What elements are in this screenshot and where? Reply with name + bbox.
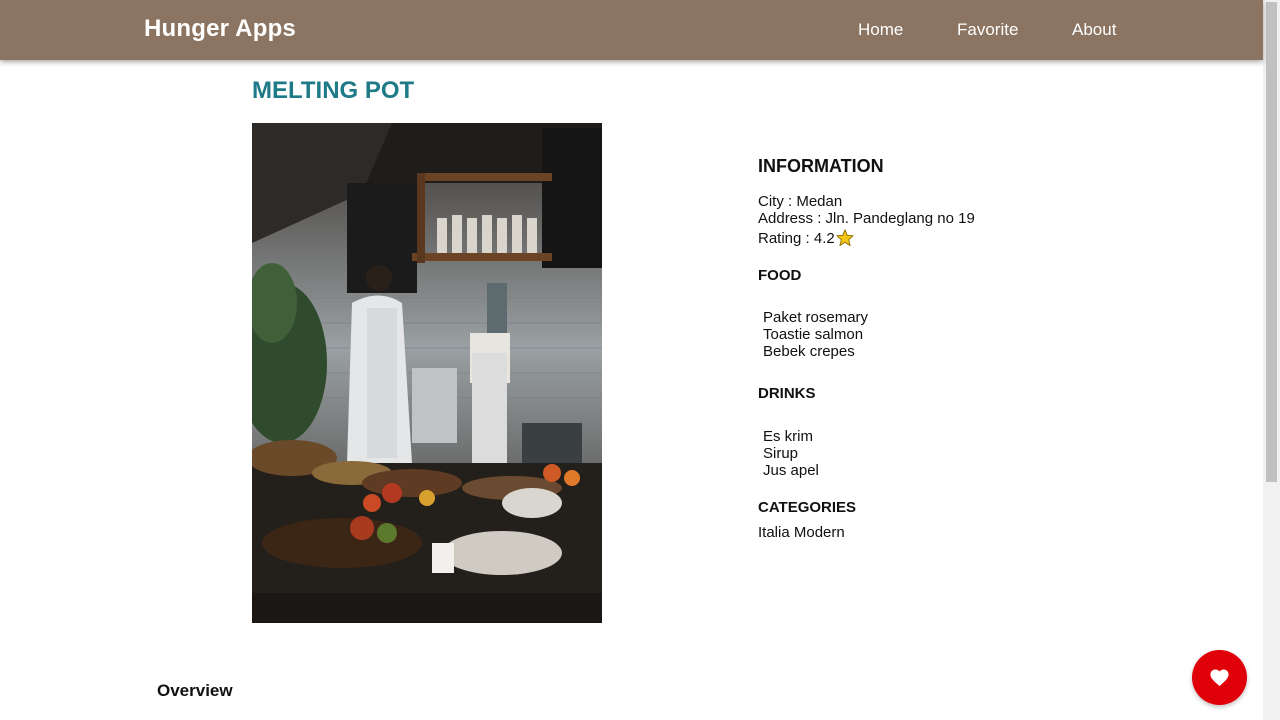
app-title: Hunger Apps bbox=[144, 15, 296, 42]
city-text: City : Medan bbox=[758, 193, 843, 210]
rating-row: Rating : 4.2 bbox=[758, 229, 1158, 247]
nav-favorite-link[interactable]: Favorite bbox=[957, 20, 1018, 40]
restaurant-photo bbox=[252, 123, 602, 623]
nav-about-link[interactable]: About bbox=[1072, 20, 1116, 40]
restaurant-name: MELTING POT bbox=[252, 77, 415, 104]
list-item: Es krim bbox=[763, 428, 813, 445]
app-bar: Hunger Apps Home Favorite About bbox=[0, 0, 1263, 60]
categories-text: Italia Modern bbox=[758, 524, 845, 541]
list-item: Sirup bbox=[763, 445, 799, 462]
rating-text: Rating : 4.2 bbox=[758, 230, 835, 247]
scrollbar-thumb[interactable] bbox=[1266, 2, 1277, 482]
overview-heading: Overview bbox=[157, 681, 233, 700]
list-item: Bebek crepes bbox=[763, 343, 855, 360]
information-heading: INFORMATION bbox=[758, 156, 884, 176]
list-item: Jus apel bbox=[763, 462, 819, 479]
food-list: Paket rosemary Toastie salmon Bebek crep… bbox=[758, 309, 1158, 360]
favorite-button[interactable] bbox=[1192, 650, 1247, 705]
list-item: Toastie salmon bbox=[763, 326, 864, 343]
drinks-list: Es krim Sirup Jus apel bbox=[758, 428, 1158, 479]
vertical-scrollbar[interactable] bbox=[1263, 0, 1280, 720]
food-heading: FOOD bbox=[758, 267, 802, 284]
address-text: Address : Jln. Pandeglang no 19 bbox=[758, 210, 975, 227]
star-icon bbox=[836, 229, 854, 246]
list-item: Paket rosemary bbox=[763, 309, 869, 326]
restaurant-info: INFORMATION City : Medan Address : Jln. … bbox=[758, 156, 1158, 541]
restaurant-photo-illustration bbox=[252, 123, 602, 623]
categories-heading: CATEGORIES bbox=[758, 499, 857, 516]
nav-home-link[interactable]: Home bbox=[858, 20, 903, 40]
drinks-heading: DRINKS bbox=[758, 385, 816, 402]
heart-icon bbox=[1210, 669, 1229, 687]
